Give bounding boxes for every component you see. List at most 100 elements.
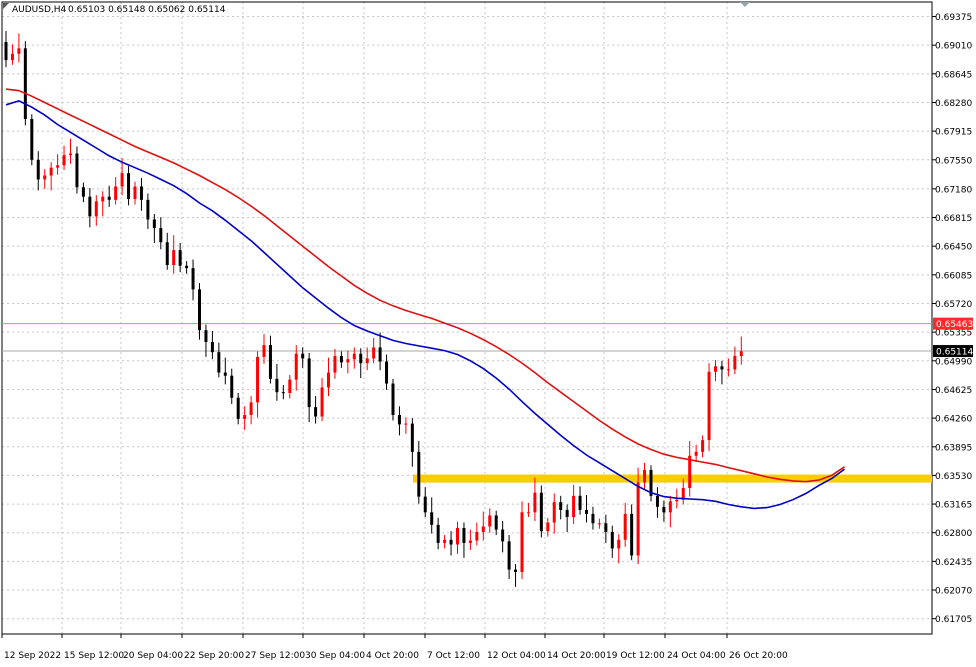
- candle-body: [236, 397, 240, 419]
- candle-body: [114, 186, 118, 200]
- candle-body: [468, 540, 472, 543]
- candle-body: [520, 512, 524, 572]
- candle-body: [185, 265, 189, 269]
- candle-body: [726, 369, 730, 371]
- candle-body: [120, 173, 124, 187]
- candle-body: [655, 495, 659, 507]
- candle-body: [391, 383, 395, 415]
- y-tick-label: 0.69375: [935, 13, 972, 23]
- candle-body: [494, 515, 498, 530]
- x-tick-label: 14 Oct 20:00: [547, 651, 606, 661]
- y-tick-label: 0.66815: [935, 214, 972, 224]
- candle-body: [359, 353, 363, 364]
- candle-body: [559, 502, 563, 510]
- candle-body: [636, 482, 640, 556]
- candle-body: [694, 451, 698, 456]
- candle-body: [668, 501, 672, 513]
- x-tick-label: 24 Oct 04:00: [667, 651, 726, 661]
- candle-body: [81, 187, 85, 197]
- candle-body: [572, 495, 576, 518]
- candle-body: [423, 496, 427, 513]
- alert-price-text: 0.65463: [936, 320, 973, 330]
- x-tick-label: 12 Sep 2022: [4, 651, 61, 661]
- candle-body: [436, 524, 440, 543]
- y-tick-label: 0.68280: [935, 99, 972, 109]
- candle-body: [320, 387, 324, 417]
- candle-body: [720, 366, 724, 370]
- candle-body: [75, 153, 79, 188]
- candle-body: [397, 414, 401, 425]
- y-tick-label: 0.62070: [935, 587, 972, 597]
- candle-body: [488, 515, 492, 527]
- candle-body: [249, 402, 253, 415]
- candle-body: [539, 492, 543, 532]
- candle-body: [623, 513, 627, 540]
- candle-body: [275, 378, 279, 393]
- candle-body: [417, 451, 421, 497]
- candle-body: [526, 512, 530, 514]
- candle-body: [339, 356, 343, 363]
- candle-body: [739, 351, 743, 357]
- price-chart[interactable]: 0.69375 0.69010 0.68645 0.68280 0.67915 0.675…: [0, 0, 976, 663]
- candle-body: [256, 356, 260, 403]
- y-tick-label: 0.64990: [935, 357, 972, 367]
- candle-body: [294, 353, 298, 380]
- candle-body: [17, 48, 21, 54]
- chart-background: [0, 0, 976, 663]
- x-tick-label: 20 Sep 04:00: [123, 651, 183, 661]
- symbol-label: AUDUSD,H4: [12, 5, 67, 15]
- candle-body: [378, 347, 382, 362]
- candle-body: [69, 153, 72, 156]
- candle-body: [410, 423, 414, 452]
- candle-body: [643, 469, 647, 483]
- y-tick-label: 0.67180: [935, 185, 972, 195]
- candle-body: [604, 523, 608, 532]
- candle-body: [352, 353, 356, 360]
- candle-body: [49, 167, 53, 176]
- candle-body: [172, 250, 176, 266]
- candle-body: [191, 268, 195, 290]
- candle-body: [152, 219, 156, 229]
- y-tick-label: 0.67915: [935, 128, 972, 138]
- candle-body: [462, 528, 466, 543]
- candle-body: [139, 186, 143, 200]
- y-tick-label: 0.68645: [935, 70, 972, 80]
- candle-body: [630, 513, 634, 556]
- y-tick-label: 0.62800: [935, 529, 972, 539]
- candle-body: [262, 345, 266, 357]
- y-tick-label: 0.63530: [935, 472, 972, 482]
- candle-body: [552, 502, 556, 523]
- candle-body: [301, 353, 305, 359]
- candle-body: [133, 186, 137, 200]
- candle-body: [707, 371, 711, 441]
- candle-body: [533, 492, 537, 513]
- candle-body: [159, 228, 163, 243]
- candle-body: [565, 509, 569, 518]
- candle-body: [610, 531, 614, 549]
- support-zone: [413, 474, 932, 483]
- x-tick-label: 26 Oct 20:00: [729, 651, 788, 661]
- candle-body: [481, 526, 485, 532]
- y-tick-label: 0.62435: [935, 558, 972, 568]
- candle-body: [365, 358, 369, 364]
- candle-body: [56, 165, 60, 168]
- candle-body: [591, 513, 595, 524]
- candle-body: [88, 196, 92, 217]
- y-tick-label: 0.69010: [935, 42, 972, 52]
- candle-body: [733, 356, 737, 370]
- chart-window[interactable]: 0.69375 0.69010 0.68645 0.68280 0.67915 0.675…: [0, 0, 976, 663]
- candle-body: [243, 414, 247, 419]
- x-tick-label: 19 Oct 12:00: [606, 651, 665, 661]
- candle-body: [178, 250, 182, 266]
- x-tick-label: 22 Sep 20:00: [184, 651, 244, 661]
- candle-body: [307, 358, 311, 408]
- candle-body: [4, 42, 8, 61]
- x-tick-label: 7 Oct 12:00: [427, 651, 480, 661]
- x-tick-label: 4 Oct 20:00: [366, 651, 419, 661]
- candle-body: [385, 361, 389, 384]
- x-tick-label: 27 Sep 12:00: [245, 651, 305, 661]
- candle-body: [107, 196, 111, 200]
- candle-body: [10, 53, 14, 61]
- candle-body: [456, 528, 459, 545]
- candle-body: [30, 118, 34, 160]
